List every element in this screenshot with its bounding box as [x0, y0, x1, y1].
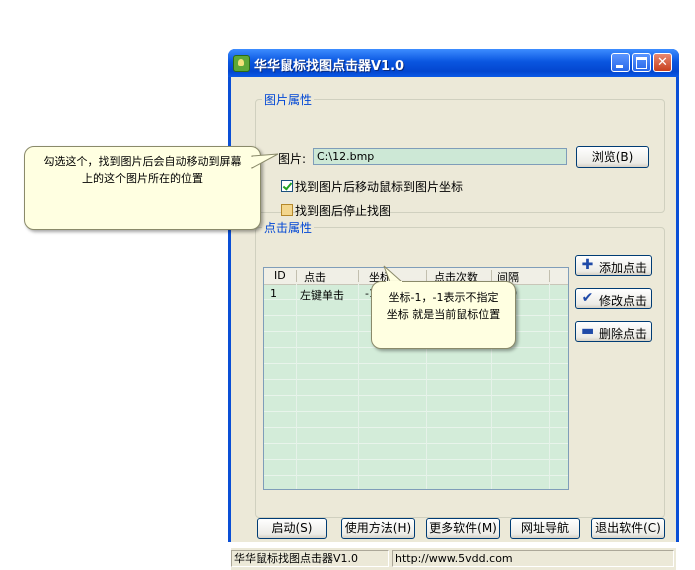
- stop-search-checkbox[interactable]: [281, 204, 293, 216]
- status-app-name: 华华鼠标找图点击器V1.0: [231, 550, 389, 567]
- delete-click-label: 删除点击: [599, 327, 648, 341]
- minimize-button[interactable]: [611, 53, 630, 72]
- grid-line: [549, 284, 550, 489]
- close-icon: ✕: [657, 55, 668, 70]
- coord-tip-balloon: 坐标-1，-1表示不指定 坐标 就是当前鼠标位置: [371, 281, 516, 349]
- cell-id[interactable]: 1: [270, 287, 277, 300]
- grid-line: [296, 284, 297, 489]
- exit-button[interactable]: 退出软件(C): [591, 518, 665, 539]
- move-mouse-checkbox[interactable]: [281, 180, 293, 192]
- minus-icon: ▬: [581, 323, 595, 339]
- title-bar[interactable]: 华华鼠标找图点击器V1.0 ✕: [228, 49, 679, 77]
- plus-icon: ✚: [581, 257, 594, 273]
- delete-click-button[interactable]: ▬ 删除点击: [575, 321, 652, 342]
- checkbox-tip-pointer: [250, 153, 279, 169]
- window-title: 华华鼠标找图点击器V1.0: [254, 59, 405, 74]
- coord-tip-pointer-mask: [386, 281, 402, 283]
- cell-click[interactable]: 左键单击: [300, 287, 344, 303]
- image-path-field[interactable]: C:\12.bmp: [313, 148, 567, 165]
- edit-click-button[interactable]: ✔ 修改点击: [575, 288, 652, 309]
- app-icon: [233, 55, 250, 72]
- coord-tip-line2: 坐标 就是当前鼠标位置: [386, 308, 501, 321]
- status-url[interactable]: http://www.5vdd.com: [392, 550, 674, 567]
- checkbox-tip-line1: 勾选这个，找到图片后会自动移动到屏幕: [43, 155, 242, 168]
- start-button[interactable]: 启动(S): [257, 518, 327, 539]
- url-nav-button[interactable]: 网址导航: [510, 518, 580, 539]
- close-button[interactable]: ✕: [653, 53, 672, 72]
- checkbox-tip-line2: 上的这个图片所在的位置: [82, 172, 203, 185]
- add-click-button[interactable]: ✚ 添加点击: [575, 255, 652, 276]
- status-bar: 华华鼠标找图点击器V1.0 http://www.5vdd.com: [231, 548, 676, 570]
- col-separator: [296, 270, 297, 282]
- more-software-button[interactable]: 更多软件(M): [426, 518, 500, 539]
- group-title-click: 点击属性: [262, 219, 315, 236]
- move-mouse-label: 找到图片后移动鼠标到图片坐标: [295, 180, 464, 194]
- path-label: 图片:: [278, 152, 307, 166]
- usage-button[interactable]: 使用方法(H): [341, 518, 415, 539]
- col-header-click[interactable]: 点击: [304, 269, 326, 285]
- checkmark-icon: ✔: [581, 290, 594, 306]
- maximize-button[interactable]: [632, 53, 651, 72]
- col-separator: [549, 270, 550, 282]
- coord-tip-line1: 坐标-1，-1表示不指定: [388, 291, 499, 304]
- browse-button[interactable]: 浏览(B): [576, 146, 649, 168]
- add-click-label: 添加点击: [599, 261, 648, 275]
- checkbox-tip-balloon: 勾选这个，找到图片后会自动移动到屏幕 上的这个图片所在的位置: [24, 146, 261, 230]
- stop-search-label: 找到图后停止找图: [295, 204, 392, 218]
- col-header-id[interactable]: ID: [274, 269, 286, 282]
- grid-line: [358, 284, 359, 489]
- edit-click-label: 修改点击: [599, 294, 648, 308]
- col-separator: [358, 270, 359, 282]
- group-title-image: 图片属性: [262, 91, 315, 108]
